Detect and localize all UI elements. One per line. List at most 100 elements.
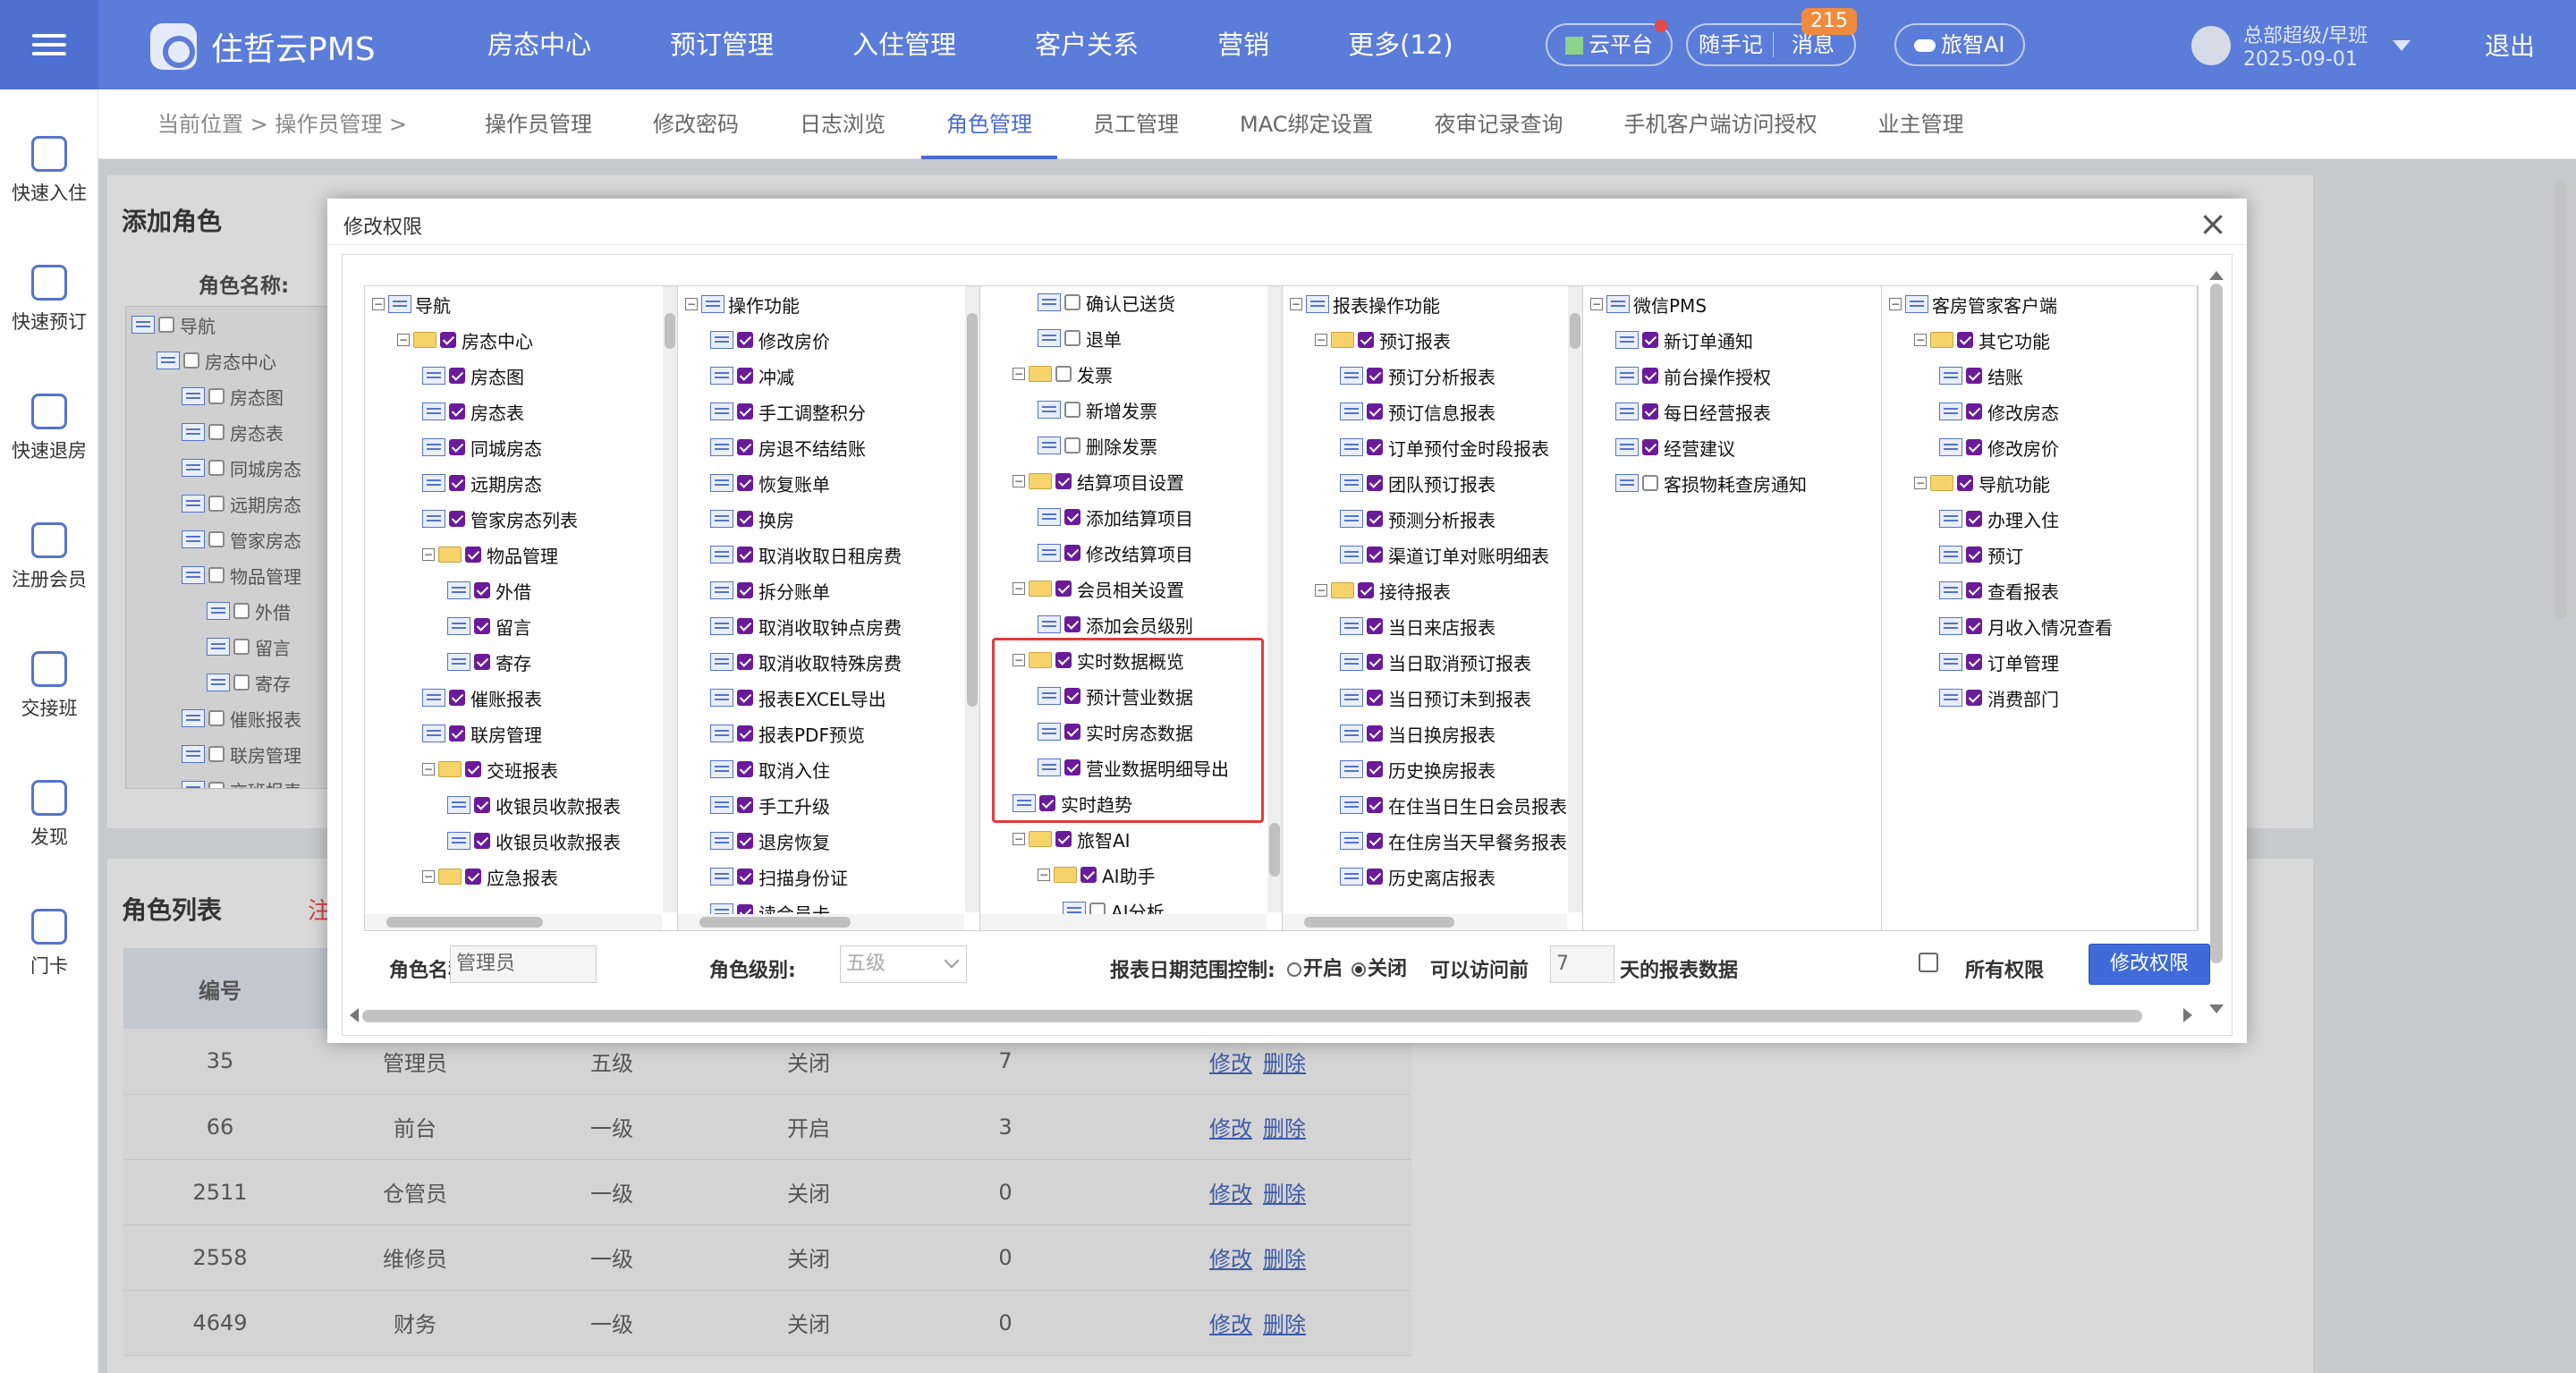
checked-checkbox-icon[interactable]: [449, 690, 465, 706]
nav-item-2[interactable]: 入住管理: [852, 0, 956, 89]
tree-node[interactable]: 历史离店报表: [1340, 859, 1496, 894]
tree-node[interactable]: 报表PDF预览: [710, 716, 865, 751]
checkbox-icon[interactable]: [1064, 437, 1080, 453]
checked-checkbox-icon[interactable]: [1055, 831, 1072, 847]
checked-checkbox-icon[interactable]: [1367, 439, 1383, 455]
panel-scrollbar[interactable]: [1267, 286, 1282, 912]
collapse-icon[interactable]: −: [1315, 334, 1327, 346]
tree-node[interactable]: − 交班报表: [422, 751, 558, 787]
nav-item-4[interactable]: 营销: [1217, 0, 1269, 89]
tree-node[interactable]: − 结算项目设置: [1013, 463, 1184, 499]
tree-node[interactable]: 房态图: [422, 358, 524, 394]
scroll-right-icon[interactable]: [2183, 1008, 2192, 1022]
tree-node[interactable]: − 微信PMS: [1590, 286, 1707, 322]
collapse-icon[interactable]: −: [1315, 584, 1327, 597]
tree-node[interactable]: 取消收取钟点房费: [710, 608, 902, 644]
collapse-icon[interactable]: −: [1590, 298, 1603, 310]
panel-hscrollbar[interactable]: [980, 914, 1267, 930]
checked-checkbox-icon[interactable]: [737, 833, 753, 849]
delete-link[interactable]: 删除: [1263, 1247, 1306, 1272]
scroll-thumb[interactable]: [362, 1010, 2142, 1022]
checked-checkbox-icon[interactable]: [737, 869, 753, 885]
tree-node[interactable]: 冲减: [710, 358, 794, 394]
tree-node[interactable]: 预订: [1939, 537, 2023, 572]
tab-2[interactable]: 日志浏览: [800, 89, 886, 159]
user-menu[interactable]: 总部超级/早班 2025-09-01: [2191, 20, 2411, 71]
tree-node[interactable]: 取消收取日租房费: [710, 537, 902, 572]
dialog-horizontal-scrollbar[interactable]: [350, 1004, 2192, 1028]
collapse-icon[interactable]: −: [685, 298, 698, 310]
checked-checkbox-icon[interactable]: [1642, 439, 1658, 455]
notes-button[interactable]: 随手记: [1699, 25, 1763, 64]
checked-checkbox-icon[interactable]: [1358, 332, 1374, 348]
tree-node[interactable]: 预订信息报表: [1340, 394, 1496, 429]
tree-node[interactable]: 经营建议: [1615, 429, 1735, 465]
checked-checkbox-icon[interactable]: [1642, 332, 1658, 348]
panel-hscrollbar[interactable]: [365, 914, 662, 930]
checked-checkbox-icon[interactable]: [737, 725, 753, 742]
edit-link[interactable]: 修改: [1209, 1312, 1252, 1337]
sidebar-item-5[interactable]: 发现: [0, 780, 98, 850]
tree-node[interactable]: 扫描身份证: [710, 859, 848, 894]
tree-node[interactable]: 办理入住: [1939, 501, 2059, 537]
checkbox-icon[interactable]: [1055, 366, 1072, 382]
logout-button[interactable]: 退出: [2485, 27, 2535, 63]
tree-node[interactable]: 订单管理: [1939, 644, 2059, 680]
tree-node[interactable]: 添加会员级别: [1038, 606, 1193, 642]
close-icon[interactable]: ×: [2199, 204, 2227, 243]
tree-node[interactable]: 报表EXCEL导出: [710, 680, 886, 716]
checked-checkbox-icon[interactable]: [449, 511, 465, 527]
tree-node[interactable]: 消费部门: [1939, 680, 2059, 716]
tree-node[interactable]: 渠道订单对账明细表: [1340, 537, 1549, 572]
nav-item-3[interactable]: 客户关系: [1035, 0, 1139, 89]
scroll-down-icon[interactable]: [2209, 1004, 2224, 1013]
tree-node[interactable]: 每日经营报表: [1615, 394, 1771, 429]
tree-node[interactable]: 删除发票: [1038, 428, 1157, 463]
tree-node[interactable]: 订单预付金时段报表: [1340, 429, 1549, 465]
tree-node[interactable]: 当日取消预订报表: [1340, 644, 1531, 680]
sidebar-item-3[interactable]: 注册会员: [0, 522, 98, 592]
collapse-icon[interactable]: −: [1038, 869, 1050, 881]
checked-checkbox-icon[interactable]: [1367, 833, 1383, 849]
tree-node[interactable]: − 操作功能: [685, 286, 800, 322]
tree-node[interactable]: 留言: [447, 608, 531, 644]
checked-checkbox-icon[interactable]: [737, 618, 753, 634]
tree-node[interactable]: 客损物耗查房通知: [1615, 465, 1807, 501]
tree-node[interactable]: 同城房态: [422, 429, 542, 465]
checked-checkbox-icon[interactable]: [1358, 582, 1374, 598]
sidebar-item-2[interactable]: 快速退房: [0, 394, 98, 463]
tree-node[interactable]: 管家房态列表: [422, 501, 578, 537]
collapse-icon[interactable]: −: [1013, 582, 1025, 595]
tree-node[interactable]: − 客房管家客户端: [1889, 286, 2057, 322]
sidebar-item-6[interactable]: 门卡: [0, 909, 98, 979]
scroll-left-icon[interactable]: [350, 1008, 359, 1022]
tab-3[interactable]: 角色管理: [921, 89, 1057, 159]
collapse-icon[interactable]: −: [422, 870, 435, 883]
checked-checkbox-icon[interactable]: [1367, 690, 1383, 706]
all-permissions-checkbox[interactable]: [1919, 953, 1938, 972]
collapse-icon[interactable]: −: [1290, 298, 1302, 310]
nav-item-0[interactable]: 房态中心: [487, 0, 591, 89]
collapse-icon[interactable]: −: [422, 763, 435, 775]
tree-node[interactable]: 修改房价: [1939, 429, 2059, 465]
tree-node[interactable]: 退房恢复: [710, 823, 830, 859]
tree-node[interactable]: 拆分账单: [710, 572, 830, 608]
tree-node[interactable]: 当日来店报表: [1340, 608, 1496, 644]
tree-node[interactable]: 房退不结结账: [710, 429, 866, 465]
collapse-icon[interactable]: −: [1013, 833, 1025, 845]
scroll-up-icon[interactable]: [2209, 271, 2224, 280]
checked-checkbox-icon[interactable]: [1966, 582, 1982, 598]
role-name-input[interactable]: 管理员: [450, 945, 597, 983]
sidebar-item-0[interactable]: 快速入住: [0, 136, 98, 206]
checked-checkbox-icon[interactable]: [1367, 797, 1383, 813]
checked-checkbox-icon[interactable]: [737, 797, 753, 813]
scroll-thumb[interactable]: [2210, 284, 2223, 963]
tree-node[interactable]: − 发票: [1013, 356, 1113, 392]
checked-checkbox-icon[interactable]: [440, 332, 456, 348]
tree-node[interactable]: 外借: [447, 572, 531, 608]
panel-scrollbar[interactable]: [1568, 286, 1582, 912]
collapse-icon[interactable]: −: [372, 298, 385, 310]
collapse-icon[interactable]: −: [397, 334, 410, 346]
tree-node[interactable]: − 报表操作功能: [1290, 286, 1440, 322]
checked-checkbox-icon[interactable]: [1966, 690, 1982, 706]
